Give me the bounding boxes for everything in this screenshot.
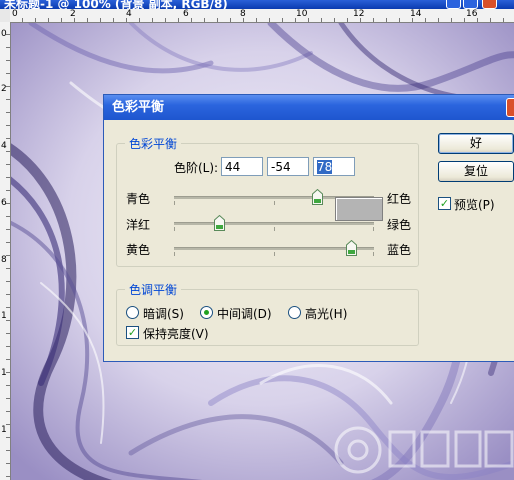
tone-balance-legend: 色调平衡 [129, 283, 178, 297]
watermark-logo [334, 426, 514, 474]
slider-label-cyan: 青色 [126, 192, 151, 206]
minimize-button[interactable] [446, 0, 461, 9]
slider-thumb-yellow-blue[interactable] [346, 240, 357, 256]
tick [274, 201, 275, 205]
slider-thumb-magenta-green[interactable] [214, 215, 225, 231]
color-preview-swatch [335, 197, 383, 221]
ruler-number: 16 [466, 9, 478, 19]
radio-midtones[interactable] [200, 306, 213, 319]
levels-input-magenta-green[interactable]: -54 [267, 157, 309, 176]
tick [174, 252, 175, 256]
color-balance-dialog: 色彩平衡 色彩平衡 色阶(L): 44 -54 78 青色 红色 洋红 绿色 黄… [103, 94, 514, 362]
vertical-ruler[interactable]: 0 2 4 6 8 1 1 1 [0, 22, 11, 480]
close-window-button[interactable] [482, 0, 497, 9]
dialog-title: 色彩平衡 [104, 95, 514, 120]
slider-label-magenta: 洋红 [126, 218, 151, 232]
slider-label-green: 绿色 [387, 218, 412, 232]
levels-label: 色阶(L): [174, 161, 219, 175]
color-balance-legend: 色彩平衡 [129, 137, 178, 151]
ruler-number: 6 [1, 198, 7, 208]
ruler-number: 12 [353, 9, 365, 19]
ruler-number: 1 [1, 368, 7, 378]
ruler-number: 0 [12, 9, 18, 19]
ruler-number: 6 [183, 9, 189, 19]
slider-label-yellow: 黄色 [126, 243, 151, 257]
radio-label-midtones[interactable]: 中间调(D) [217, 305, 272, 322]
slider-track-magenta-green[interactable] [174, 222, 374, 225]
levels-input-yellow-blue[interactable]: 78 [313, 157, 355, 176]
slider-label-blue: 蓝色 [387, 243, 412, 257]
selected-text: 78 [317, 160, 333, 174]
ruler-number: 2 [1, 84, 7, 94]
ruler-number: 2 [70, 9, 76, 19]
slider-track-yellow-blue[interactable] [174, 247, 374, 250]
slider-thumb-cyan-red[interactable] [312, 189, 323, 205]
preview-checkbox[interactable]: ✓ [438, 197, 451, 210]
window-title-bar: 未标题-1 @ 100% (背景 副本, RGB/8) [0, 0, 514, 9]
ruler-number: 0 [1, 29, 7, 39]
slider-label-red: 红色 [387, 192, 412, 206]
ruler-number: 14 [410, 9, 422, 19]
ok-button[interactable]: 好 [438, 133, 514, 154]
radio-highlights[interactable] [288, 306, 301, 319]
tick [373, 227, 374, 231]
tick [274, 252, 275, 256]
ruler-number: 4 [126, 9, 132, 19]
tick [373, 252, 374, 256]
reset-button[interactable]: 复位 [438, 161, 514, 182]
preview-label[interactable]: 预览(P) [454, 196, 495, 213]
radio-shadows[interactable] [126, 306, 139, 319]
radio-label-highlights[interactable]: 高光(H) [305, 305, 347, 322]
ruler-number: 4 [1, 141, 7, 151]
tick [274, 227, 275, 231]
window-title: 未标题-1 @ 100% (背景 副本, RGB/8) [4, 0, 228, 9]
tick [174, 227, 175, 231]
ruler-number: 8 [240, 9, 246, 19]
maximize-button[interactable] [463, 0, 478, 9]
ruler-number: 1 [1, 311, 7, 321]
levels-input-cyan-red[interactable]: 44 [221, 157, 263, 176]
horizontal-ruler[interactable]: 0 2 4 6 8 10 12 14 16 [10, 9, 514, 23]
ruler-number: 8 [1, 255, 7, 265]
radio-label-shadows[interactable]: 暗调(S) [143, 305, 184, 322]
tick [174, 201, 175, 205]
preserve-luminosity-checkbox[interactable]: ✓ [126, 326, 139, 339]
preserve-luminosity-label[interactable]: 保持亮度(V) [143, 325, 209, 342]
dialog-close-button[interactable] [506, 98, 514, 117]
ruler-number: 10 [296, 9, 308, 19]
ruler-number: 1 [1, 425, 7, 435]
